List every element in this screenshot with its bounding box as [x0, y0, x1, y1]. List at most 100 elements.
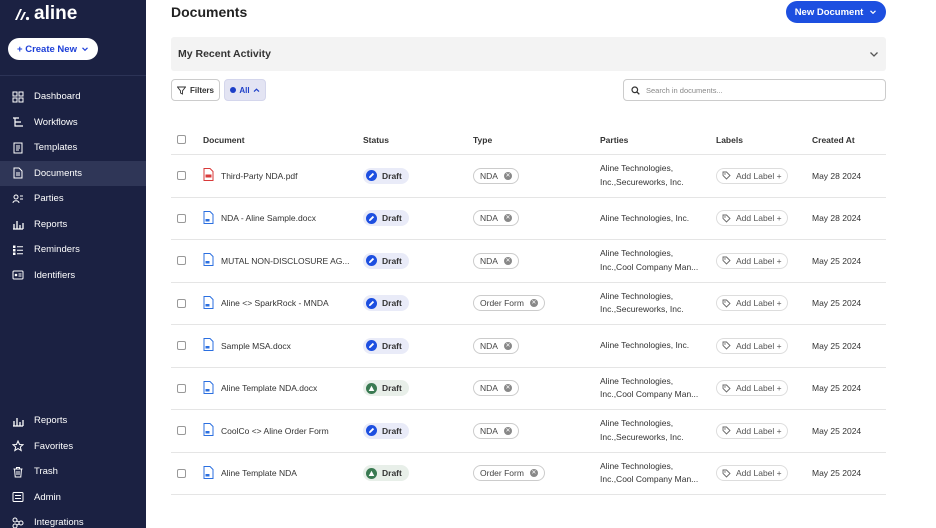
row-checkbox[interactable] [177, 256, 186, 266]
row-checkbox[interactable] [177, 298, 186, 308]
doc-file-icon [203, 380, 214, 396]
status-text: Draft [382, 425, 402, 436]
select-all-checkbox[interactable] [177, 135, 186, 144]
column-type[interactable]: Type [473, 125, 492, 154]
document-name[interactable]: NDA - Aline Sample.docx [221, 213, 316, 223]
table-row[interactable]: NDA - Aline Sample.docx Draft NDA ✕ Alin… [171, 198, 886, 240]
sidebar-item-reports-bottom[interactable]: Reports [0, 408, 146, 434]
tag-icon [722, 171, 731, 180]
sidebar-item-templates[interactable]: Templates [0, 135, 146, 161]
parties-text: Aline Technologies, Inc. [600, 212, 690, 223]
sidebar-item-parties[interactable]: Parties [0, 186, 146, 212]
remove-type-icon[interactable]: ✕ [503, 256, 512, 265]
type-tag[interactable]: NDA ✕ [473, 167, 519, 184]
status-text: Draft [382, 468, 402, 479]
remove-type-icon[interactable]: ✕ [503, 384, 512, 393]
sidebar-item-workflows[interactable]: Workflows [0, 110, 146, 136]
document-name[interactable]: MUTAL NON-DISCLOSURE AG... [221, 256, 349, 266]
chevron-up-icon [253, 87, 260, 92]
sidebar-item-reminders[interactable]: Reminders [0, 237, 146, 263]
status-badge: Draft [363, 295, 409, 312]
add-label-button[interactable]: Add Label + [716, 422, 788, 439]
table-row[interactable]: Third-Party NDA.pdf Draft NDA ✕ Aline Te… [171, 155, 886, 198]
table-row[interactable]: Aline Template NDA.docx Draft NDA ✕ Alin… [171, 368, 886, 410]
all-filter-chip[interactable]: All [224, 79, 266, 101]
sidebar-item-favorites[interactable]: Favorites [0, 434, 146, 460]
integrations-icon [12, 517, 24, 528]
table-row[interactable]: Sample MSA.docx Draft NDA ✕ Aline Techno… [171, 325, 886, 368]
sidebar-item-dashboard[interactable]: Dashboard [0, 84, 146, 110]
status-badge: Draft [363, 337, 409, 354]
add-label-button[interactable]: Add Label + [716, 167, 788, 184]
template-icon [13, 142, 23, 154]
remove-type-icon[interactable]: ✕ [529, 299, 538, 308]
star-icon [12, 440, 24, 452]
add-label-button[interactable]: Add Label + [716, 210, 788, 227]
sidebar-item-integrations[interactable]: Integrations [0, 510, 146, 528]
sidebar-item-identifiers[interactable]: Identifiers [0, 263, 146, 289]
remove-type-icon[interactable]: ✕ [503, 426, 512, 435]
column-document[interactable]: Document [203, 125, 245, 154]
document-name[interactable]: Aline <> SparkRock - MNDA [221, 298, 329, 308]
filters-button[interactable]: Filters [171, 79, 220, 101]
column-labels[interactable]: Labels [716, 125, 743, 154]
sidebar-item-documents[interactable]: Documents [0, 160, 146, 186]
type-tag[interactable]: NDA ✕ [473, 210, 519, 227]
document-name[interactable]: Sample MSA.docx [221, 341, 291, 351]
search-input[interactable]: Search in documents... [623, 79, 886, 101]
type-tag[interactable]: NDA ✕ [473, 252, 519, 269]
type-tag[interactable]: Order Form ✕ [473, 465, 545, 482]
sidebar: aline + Create New Dashboard Workflows T… [0, 0, 146, 528]
row-checkbox[interactable] [177, 341, 186, 351]
add-label-text: Add Label + [736, 468, 782, 479]
sidebar-item-admin[interactable]: Admin [0, 485, 146, 511]
document-name[interactable]: Aline Template NDA.docx [221, 383, 317, 393]
logo[interactable]: aline [14, 3, 77, 25]
created-date: May 25 2024 [812, 425, 862, 436]
chevron-down-icon[interactable] [868, 48, 880, 60]
remove-type-icon[interactable]: ✕ [503, 214, 512, 223]
add-label-button[interactable]: Add Label + [716, 337, 788, 354]
column-status[interactable]: Status [363, 125, 389, 154]
status-badge: Draft [363, 422, 409, 439]
type-tag[interactable]: NDA ✕ [473, 380, 519, 397]
column-parties[interactable]: Parties [600, 125, 628, 154]
document-name[interactable]: Third-Party NDA.pdf [221, 171, 298, 181]
document-name[interactable]: Aline Template NDA [221, 468, 297, 478]
remove-type-icon[interactable]: ✕ [503, 341, 512, 350]
tag-icon [722, 341, 731, 350]
status-edit-icon [366, 255, 377, 267]
add-label-button[interactable]: Add Label + [716, 252, 788, 269]
add-label-button[interactable]: Add Label + [716, 295, 788, 312]
column-created-at[interactable]: Created At [812, 125, 855, 154]
row-checkbox[interactable] [177, 468, 186, 478]
document-name[interactable]: CoolCo <> Aline Order Form [221, 426, 329, 436]
sidebar-item-trash[interactable]: Trash [0, 459, 146, 485]
row-checkbox[interactable] [177, 213, 186, 223]
remove-type-icon[interactable]: ✕ [503, 171, 512, 180]
type-tag[interactable]: Order Form ✕ [473, 295, 545, 312]
sidebar-item-label: Integrations [34, 517, 84, 528]
create-new-button[interactable]: + Create New [8, 38, 98, 60]
type-tag[interactable]: NDA ✕ [473, 422, 519, 439]
doc-file-icon [203, 253, 214, 268]
tag-icon [722, 469, 731, 478]
all-dot-icon [230, 87, 237, 93]
sidebar-item-reports[interactable]: Reports [0, 212, 146, 238]
row-checkbox[interactable] [177, 426, 186, 436]
type-tag[interactable]: NDA ✕ [473, 337, 519, 354]
identifiers-icon [12, 270, 24, 280]
remove-type-icon[interactable]: ✕ [529, 469, 538, 478]
table-row[interactable]: Aline Template NDA Draft Order Form ✕ Al… [171, 453, 886, 495]
doc-file-icon [203, 338, 214, 353]
table-row[interactable]: Aline <> SparkRock - MNDA Draft Order Fo… [171, 283, 886, 325]
row-checkbox[interactable] [177, 383, 186, 393]
table-row[interactable]: CoolCo <> Aline Order Form Draft NDA ✕ A… [171, 410, 886, 453]
add-label-button[interactable]: Add Label + [716, 380, 788, 397]
new-document-button[interactable]: New Document [786, 1, 886, 23]
recent-activity-panel[interactable]: My Recent Activity [171, 37, 886, 71]
table-row[interactable]: MUTAL NON-DISCLOSURE AG... Draft NDA ✕ A… [171, 240, 886, 283]
add-label-button[interactable]: Add Label + [716, 465, 788, 482]
row-checkbox[interactable] [177, 171, 186, 181]
type-text: NDA [480, 425, 498, 436]
